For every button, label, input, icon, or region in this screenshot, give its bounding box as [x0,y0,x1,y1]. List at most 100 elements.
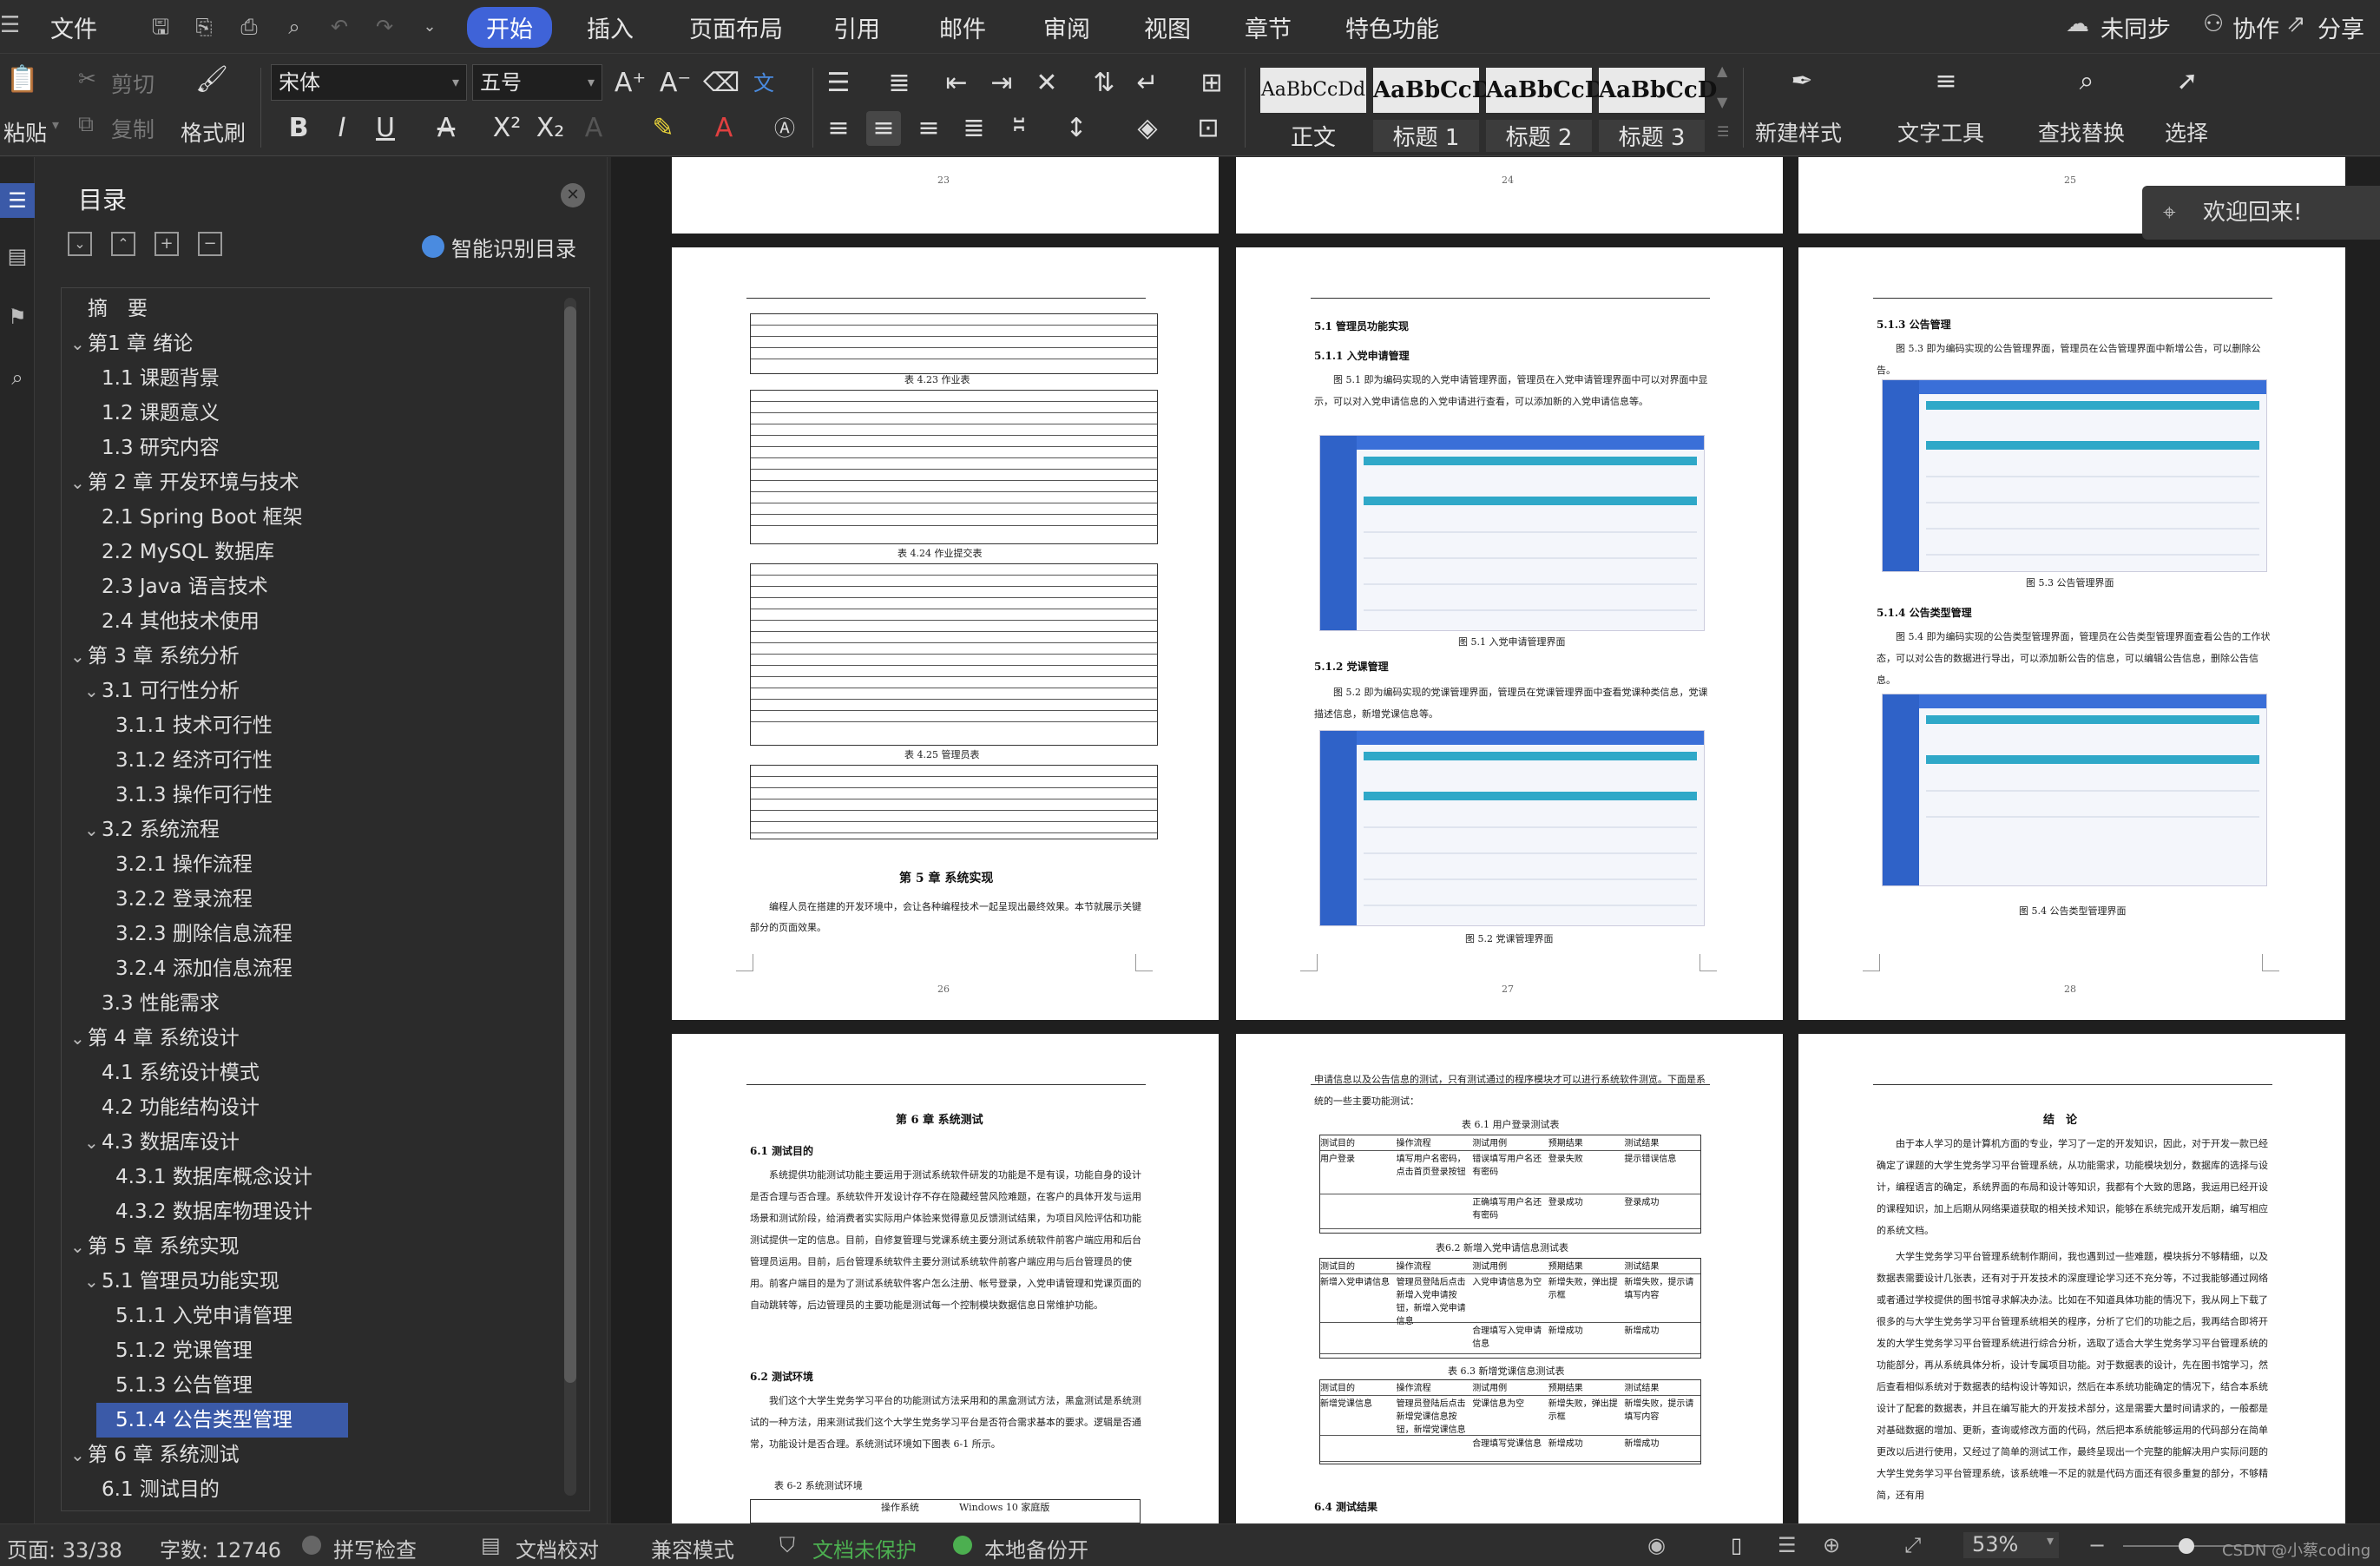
paste-button[interactable]: 粘贴 [3,116,47,148]
font-color-icon[interactable]: A [707,111,741,146]
toc-item[interactable]: 第 3 章 系统分析 [88,639,240,674]
select-button[interactable]: 选择 [2165,116,2208,148]
toc-scroll-thumb[interactable] [564,306,576,1383]
select-cursor-icon[interactable]: ➚ [2170,64,2205,99]
superscript-icon[interactable]: X² [490,111,524,146]
zoom-slider-thumb[interactable] [2179,1538,2194,1554]
print-preview-icon[interactable]: ⌕ [281,14,307,40]
table-grid-icon[interactable]: ⊞ [1194,66,1229,101]
clear-format-icon[interactable]: ⌫ [703,66,740,101]
toc-item[interactable]: 3.1.1 技术可行性 [115,708,273,743]
chevron-down-icon[interactable]: ⌄ [70,646,85,667]
tab-review[interactable]: 审阅 [1043,10,1090,44]
cut-icon[interactable]: ✂ [78,66,96,91]
style-h1-preview[interactable]: AaBbCcD [1373,68,1491,113]
increase-indent-icon[interactable]: ⇥ [984,66,1019,101]
distribute-icon[interactable]: ⎶ [1002,111,1036,146]
tab-chapter[interactable]: 章节 [1245,10,1292,44]
justify-icon[interactable]: ≣ [957,111,991,146]
text-effect-icon[interactable]: A [576,111,611,146]
chevron-down-icon[interactable]: ⌄ [84,681,99,701]
tab-references[interactable]: 引用 [833,10,880,44]
shading-icon[interactable]: ◈ [1130,111,1165,146]
eye-protect-icon[interactable]: ◉ [1647,1533,1666,1557]
line-spacing-icon[interactable]: ↕ [1059,111,1094,146]
tab-features[interactable]: 特色功能 [1345,10,1439,44]
collapse-all-icon[interactable]: ⌄ [68,232,92,256]
chinese-layout-icon[interactable]: ✕ [1029,66,1064,101]
align-left-icon[interactable]: ≡ [821,111,856,146]
find-replace-icon[interactable]: ⌕ [2069,64,2104,99]
borders-icon[interactable]: ⊡ [1191,111,1226,146]
collab-icon[interactable]: ⚇ [2203,10,2224,37]
toc-item[interactable]: 1.3 研究内容 [102,431,220,465]
tab-page-layout[interactable]: 页面布局 [689,10,783,44]
page-view-icon[interactable]: ▯ [1731,1533,1742,1557]
style-more-icon[interactable]: ☰ [1717,123,1729,140]
cloud-sync-icon[interactable]: ☁ [2066,10,2089,37]
backup-status[interactable]: 本地备份开 [984,1533,1088,1563]
paste-dropdown-icon[interactable]: ▾ [52,116,59,133]
clipboard-icon[interactable]: 📋 [5,63,40,97]
toc-item[interactable]: 4.3 数据库设计 [102,1125,240,1160]
toc-item[interactable]: 5.1.1 入党申请管理 [115,1299,293,1333]
document-canvas[interactable]: 23 24 25 表 4.23 作业表 表 4.24 作业提交表 表 4.25 … [611,157,2380,1523]
toc-item[interactable]: 1.1 课题背景 [102,361,220,396]
toc-item[interactable]: 第 2 章 开发环境与技术 [88,465,299,500]
welcome-toast[interactable]: ⌖ 欢迎回来! [2142,186,2380,240]
tab-mail[interactable]: 邮件 [939,10,986,44]
share-icon[interactable]: ⇗ [2286,10,2306,37]
font-name-select[interactable]: 宋体 ▾ [271,64,467,101]
sync-status[interactable]: 未同步 [2101,10,2171,44]
toc-item[interactable]: 3.1.2 经济可行性 [115,743,273,778]
toc-scrollbar[interactable] [564,298,576,1496]
section-icon[interactable]: ▤ [0,244,35,268]
undo-icon[interactable]: ↶ [326,14,352,40]
print-icon[interactable]: ⎙ [236,14,262,40]
tab-view[interactable]: 视图 [1144,10,1191,44]
style-scroll-down-icon[interactable]: ▼ [1717,94,1727,110]
numbered-list-icon[interactable]: ≣ [882,66,917,101]
close-icon[interactable]: ✕ [561,183,585,207]
save-icon[interactable]: 🖫 [148,14,174,40]
chevron-down-icon[interactable]: ⌄ [70,472,85,493]
cut-button[interactable]: 剪切 [111,68,155,99]
toc-item[interactable]: 2.4 其他技术使用 [102,604,260,639]
new-style-button[interactable]: 新建样式 [1755,116,1842,148]
chevron-down-icon[interactable]: ⌄ [70,1028,85,1049]
search-icon[interactable]: ⌕ [0,365,35,390]
proofread-button[interactable]: 文档校对 [516,1533,599,1563]
toc-item[interactable]: 3.1.3 操作可行性 [115,778,273,813]
decrease-indent-icon[interactable]: ⇤ [939,66,974,101]
remove-level-icon[interactable]: − [198,232,222,256]
share-button[interactable]: 分享 [2318,10,2364,44]
style-h2-preview[interactable]: AaBbCcD [1486,68,1604,113]
web-view-icon[interactable]: ⊕ [1823,1533,1840,1557]
sort-icon[interactable]: ⇅ [1087,66,1121,101]
copy-icon[interactable]: ⧉ [78,111,94,137]
toc-item[interactable]: 4.3.1 数据库概念设计 [115,1160,312,1194]
toc-item[interactable]: 第 4 章 系统设计 [88,1021,240,1056]
bullet-list-icon[interactable]: ☰ [821,66,856,101]
toc-item[interactable]: 3.2.1 操作流程 [115,847,253,882]
find-replace-button[interactable]: 查找替换 [2038,116,2125,148]
smart-toc-button[interactable]: 智能识别目录 [451,232,576,262]
align-right-icon[interactable]: ≡ [911,111,946,146]
toc-item[interactable]: 第 5 章 系统实现 [88,1229,240,1264]
toc-item[interactable]: 4.1 系统设计模式 [102,1056,260,1090]
chevron-down-icon[interactable]: ⌄ [84,819,99,840]
phonetic-icon[interactable]: 文 [746,66,781,101]
strikethrough-icon[interactable]: A [429,111,464,146]
tab-insert[interactable]: 插入 [587,10,634,44]
expand-up-icon[interactable]: ⌃ [111,232,135,256]
text-tools-icon[interactable]: ≡ [1929,64,1963,99]
spell-check-button[interactable]: 拼写检查 [333,1533,417,1563]
chevron-down-icon[interactable]: ⌄ [70,1444,85,1465]
hamburger-icon[interactable]: ☰ [0,12,20,38]
tab-start[interactable]: 开始 [467,7,552,48]
toc-item[interactable]: 2.1 Spring Boot 框架 [102,500,303,535]
chevron-down-icon[interactable]: ⌄ [70,1236,85,1257]
format-painter-button[interactable]: 格式刷 [181,116,246,148]
customize-dropdown-icon[interactable]: ⌄ [417,14,443,40]
subscript-icon[interactable]: X₂ [533,111,568,146]
